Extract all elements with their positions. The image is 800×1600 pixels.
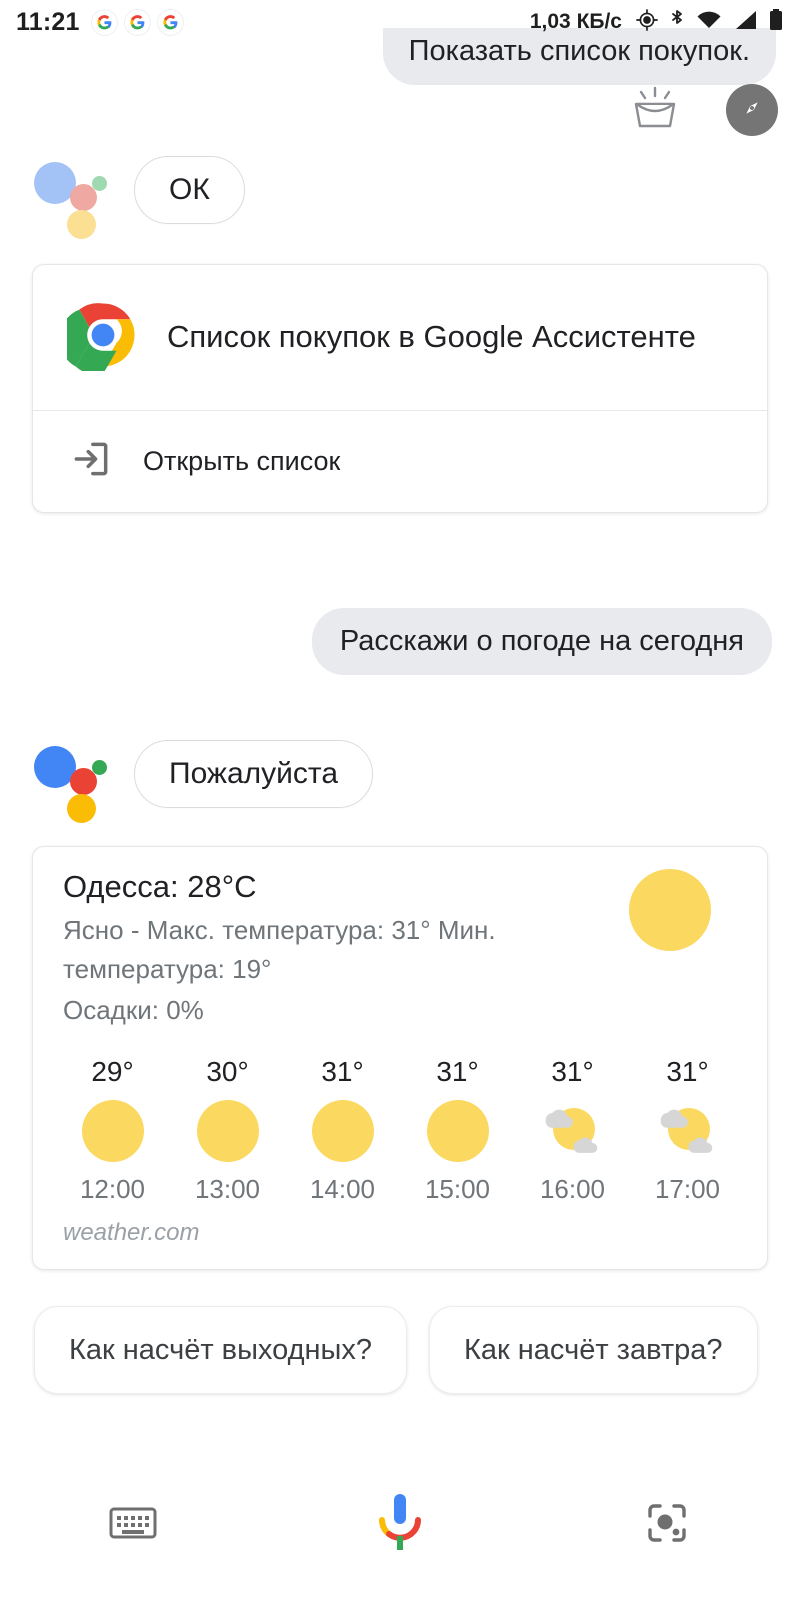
cellular-signal-icon [732, 9, 758, 36]
sun-icon [310, 1098, 376, 1164]
assistant-conversation-screen: 11:21 1,03 КБ/с Показать список покупок.… [0, 0, 800, 1600]
status-bar: 11:21 1,03 КБ/с [0, 0, 800, 44]
hour-temperature: 31° [321, 1056, 364, 1087]
suggestion-chip[interactable]: Как насчёт завтра? [429, 1306, 758, 1394]
weather-hour-item: 31° 17:00 [630, 1056, 745, 1205]
weather-hourly-forecast: 29° 12:00 30° 13:00 31° 14:00 31° 15:00 … [33, 1040, 767, 1209]
shopping-list-card-header: Список покупок в Google Ассистенте [33, 265, 767, 410]
sun-icon [425, 1098, 491, 1164]
google-icon [157, 9, 183, 35]
weather-precipitation: Осадки: 0% [63, 995, 204, 1025]
google-lens-icon [644, 1500, 690, 1551]
data-rate-label: 1,03 КБ/с [529, 10, 622, 33]
weather-hour-item: 31° 15:00 [400, 1056, 515, 1205]
suggestion-chips-row[interactable]: Как насчёт выходных? Как насчёт завтра? [0, 1306, 800, 1402]
status-bar-notification-icons [91, 9, 183, 35]
user-weather-query-row: Расскажи о погоде на сегодня [0, 608, 800, 676]
conversation-scroll-area[interactable]: Показать список покупок. ОК Список покуп… [0, 0, 800, 1450]
weather-hour-item: 30° 13:00 [170, 1056, 285, 1205]
location-icon [636, 8, 658, 36]
assistant-message-bubble[interactable]: Пожалуйста [134, 740, 374, 808]
hour-time: 13:00 [194, 1174, 261, 1204]
weather-hour-item: 31° 16:00 [515, 1056, 630, 1205]
user-message-text: Расскажи о погоде на сегодня [339, 625, 744, 657]
hour-temperature: 29° [91, 1056, 134, 1087]
hour-time: 12:00 [79, 1174, 146, 1204]
shopping-list-card-title: Список покупок в Google Ассистенте [167, 319, 696, 355]
hour-time: 14:00 [309, 1174, 376, 1204]
assistant-reply-weather: Пожалуйста [34, 738, 374, 823]
battery-icon [768, 8, 784, 37]
partly-cloudy-icon [540, 1098, 606, 1164]
lens-button[interactable] [533, 1500, 800, 1551]
assistant-message-bubble[interactable]: ОК [134, 156, 245, 224]
status-bar-clock: 11:21 [16, 7, 80, 36]
sun-icon [195, 1098, 261, 1164]
weather-source-attribution[interactable]: weather.com [33, 1209, 767, 1269]
google-mic-icon [374, 1492, 426, 1559]
sun-icon [80, 1098, 146, 1164]
sun-icon [629, 869, 711, 951]
assistant-reply-ok: ОК [34, 154, 245, 239]
explore-compass-button[interactable] [726, 84, 778, 136]
hour-temperature: 30° [206, 1056, 249, 1087]
weather-card-header: Одесса: 28°C Ясно - Макс. температура: 3… [33, 847, 767, 1040]
status-bar-system-icons: 1,03 КБ/с [530, 8, 784, 37]
user-message-bubble[interactable]: Расскажи о погоде на сегодня [311, 608, 772, 676]
hour-temperature: 31° [551, 1056, 594, 1087]
wifi-icon [696, 9, 722, 36]
hour-time: 17:00 [654, 1174, 721, 1204]
hour-time: 15:00 [424, 1174, 491, 1204]
bluetooth-icon [668, 8, 686, 37]
open-in-icon [69, 437, 113, 486]
weather-card[interactable]: Одесса: 28°C Ясно - Макс. температура: 3… [32, 846, 768, 1270]
chrome-icon [59, 299, 139, 376]
keyboard-icon [109, 1503, 157, 1548]
google-icon [124, 9, 150, 35]
suggestion-chip[interactable]: Как насчёт выходных? [34, 1306, 407, 1394]
suggestion-chip-label: Как насчёт выходных? [69, 1333, 372, 1366]
partly-cloudy-icon [655, 1098, 721, 1164]
hour-time: 16:00 [539, 1174, 606, 1204]
open-list-label: Открыть список [143, 446, 341, 476]
hour-temperature: 31° [666, 1056, 709, 1087]
shopping-list-card[interactable]: Список покупок в Google Ассистенте Откры… [32, 264, 768, 513]
hour-temperature: 31° [436, 1056, 479, 1087]
assistant-message-text: ОК [169, 173, 210, 206]
assistant-logo-icon [34, 154, 107, 239]
open-list-button[interactable]: Открыть список [33, 411, 767, 512]
weather-summary: Ясно - Макс. температура: 31° Мин. темпе… [63, 915, 496, 984]
shopping-basket-icon [626, 86, 684, 134]
google-icon [91, 9, 117, 35]
keyboard-button[interactable] [0, 1503, 267, 1548]
weather-hour-item: 29° 12:00 [55, 1056, 170, 1205]
suggestion-chip-label: Как насчёт завтра? [464, 1333, 723, 1366]
weather-hour-item: 31° 14:00 [285, 1056, 400, 1205]
assistant-bottom-bar [0, 1450, 800, 1600]
assistant-logo-icon [34, 738, 107, 823]
assistant-message-text: Пожалуйста [169, 757, 339, 790]
microphone-button[interactable] [267, 1492, 534, 1559]
compass-explore-icon [737, 93, 767, 128]
